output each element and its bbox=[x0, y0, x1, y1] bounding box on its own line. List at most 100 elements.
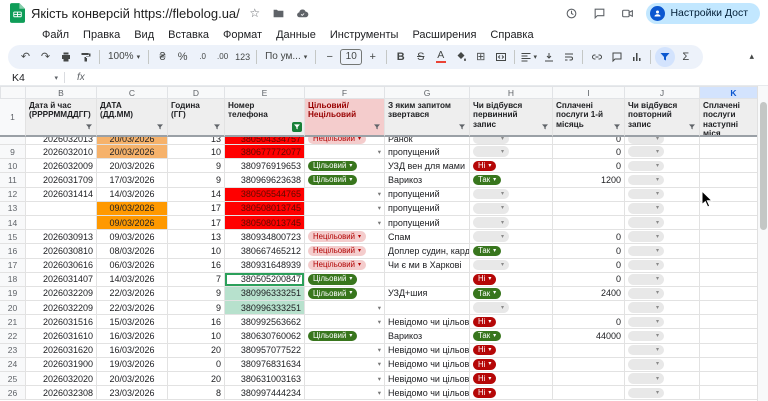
redo-icon[interactable]: ↷ bbox=[36, 47, 55, 67]
cell-e[interactable]: 380931648939 bbox=[225, 258, 305, 273]
dropdown-chip-no[interactable]: Ні ▾ bbox=[473, 387, 497, 399]
cell-f[interactable]: Цільовий ▾ bbox=[305, 286, 385, 302]
cell-i[interactable] bbox=[553, 187, 625, 202]
cell-f[interactable]: Нецільовий ▾ bbox=[305, 244, 385, 259]
cell-h[interactable]: Ні ▾ bbox=[470, 343, 553, 358]
empty-dropdown-chip[interactable]: ▾ bbox=[628, 245, 664, 257]
header-cell-C[interactable]: ДАТА (ДД.ММ) bbox=[97, 99, 168, 137]
cell-i[interactable]: 0 bbox=[553, 244, 625, 259]
cell-d[interactable]: 13 bbox=[168, 230, 225, 245]
cell-j[interactable]: ▾ bbox=[625, 159, 700, 174]
cell-h[interactable]: Так ▾ bbox=[470, 329, 553, 344]
cell-g[interactable]: Невідомо чи цільовий bbox=[385, 343, 470, 358]
filter-icon[interactable] bbox=[655, 46, 676, 67]
cell-g[interactable]: Невідомо чи цільовий bbox=[385, 372, 470, 387]
cell-b[interactable]: 2026032013 bbox=[26, 137, 97, 145]
cell-j[interactable]: ▾ bbox=[625, 258, 700, 273]
dropdown-chip-target[interactable]: Цільовий ▾ bbox=[308, 274, 358, 285]
cell-c[interactable]: 09/03/2026 bbox=[97, 215, 168, 231]
cell-h[interactable]: Ні ▾ bbox=[470, 272, 553, 287]
cell-f[interactable]: ▾ bbox=[305, 187, 385, 202]
column-header-B[interactable]: B bbox=[26, 86, 97, 99]
percent-format-icon[interactable]: % bbox=[173, 47, 192, 67]
cell-d[interactable]: 9 bbox=[168, 173, 225, 188]
empty-dropdown-chip[interactable]: ▾ bbox=[473, 203, 509, 214]
column-filter-icon-B[interactable] bbox=[84, 122, 94, 132]
row-number[interactable]: 16 bbox=[0, 244, 26, 259]
star-icon[interactable]: ☆ bbox=[246, 4, 264, 22]
cell-c[interactable]: 17/03/2026 bbox=[97, 173, 168, 188]
dropdown-chip-nontarget[interactable]: Нецільовий ▾ bbox=[308, 259, 366, 271]
cell-f[interactable]: Цільовий ▾ bbox=[305, 159, 385, 174]
row-header-1[interactable]: 1 bbox=[0, 99, 26, 137]
sheets-logo-icon[interactable] bbox=[10, 3, 25, 23]
empty-dropdown-chip[interactable]: ▾ bbox=[473, 137, 509, 144]
dropdown-chip-nontarget[interactable]: Нецільовий ▾ bbox=[308, 137, 366, 144]
empty-dropdown-chip[interactable]: ▾ bbox=[628, 274, 664, 285]
cell-j[interactable]: ▾ bbox=[625, 301, 700, 316]
menu-3[interactable]: Вставка bbox=[162, 28, 215, 42]
cell-i[interactable] bbox=[553, 343, 625, 358]
dropdown-chip-no[interactable]: Ні ▾ bbox=[473, 344, 497, 356]
cell-g[interactable] bbox=[385, 301, 470, 316]
dropdown-arrow-icon[interactable]: ▾ bbox=[378, 318, 381, 326]
vertical-align-icon[interactable] bbox=[539, 47, 558, 67]
cell-h[interactable]: Так ▾ bbox=[470, 286, 553, 302]
column-header-H[interactable]: H bbox=[470, 86, 553, 99]
empty-dropdown-chip[interactable]: ▾ bbox=[628, 137, 664, 144]
menu-6[interactable]: Инструменты bbox=[324, 28, 405, 42]
cell-g[interactable]: Варикоз bbox=[385, 329, 470, 344]
cell-d[interactable]: 20 bbox=[168, 372, 225, 387]
cell-f[interactable]: ▾ bbox=[305, 145, 385, 160]
cell-h[interactable]: ▾ bbox=[470, 215, 553, 231]
cell-c[interactable]: 19/03/2026 bbox=[97, 357, 168, 372]
cell-d[interactable]: 13 bbox=[168, 137, 225, 145]
cell-e[interactable]: 380997444234 bbox=[225, 386, 305, 401]
cell-j[interactable]: ▾ bbox=[625, 187, 700, 202]
cell-d[interactable]: 17 bbox=[168, 215, 225, 231]
cell-g[interactable]: Доплер судин, кардіолог bbox=[385, 244, 470, 259]
cell-d[interactable]: 9 bbox=[168, 159, 225, 174]
cell-i[interactable] bbox=[553, 372, 625, 387]
horizontal-align-icon[interactable]: ▾ bbox=[519, 47, 538, 67]
cell-f[interactable]: ▾ bbox=[305, 343, 385, 358]
font-family-select[interactable]: По ум... ▾ bbox=[261, 51, 311, 62]
cell-c[interactable]: 14/03/2026 bbox=[97, 187, 168, 202]
cell-j[interactable]: ▾ bbox=[625, 357, 700, 372]
cell-b[interactable]: 2026030913 bbox=[26, 230, 97, 245]
cell-d[interactable]: 9 bbox=[168, 301, 225, 316]
empty-dropdown-chip[interactable]: ▾ bbox=[473, 302, 509, 313]
cell-c[interactable]: 15/03/2026 bbox=[97, 315, 168, 330]
insert-link-icon[interactable] bbox=[587, 47, 606, 67]
cell-j[interactable]: ▾ bbox=[625, 215, 700, 231]
cell-h[interactable]: ▾ bbox=[470, 201, 553, 216]
column-filter-icon-F[interactable] bbox=[372, 122, 382, 132]
cell-g[interactable]: Варикоз bbox=[385, 173, 470, 188]
header-cell-I[interactable]: Сплачені послуги 1-й місяць bbox=[553, 99, 625, 137]
cell-d[interactable]: 10 bbox=[168, 244, 225, 259]
cell-g[interactable]: Невідомо чи цільовий bbox=[385, 315, 470, 330]
column-filter-icon-J[interactable] bbox=[687, 122, 697, 132]
cell-d[interactable]: 14 bbox=[168, 187, 225, 202]
cell-c[interactable]: 20/03/2026 bbox=[97, 372, 168, 387]
column-filter-icon-C[interactable] bbox=[155, 122, 165, 132]
cell-c[interactable]: 20/03/2026 bbox=[97, 159, 168, 174]
menu-4[interactable]: Формат bbox=[217, 28, 268, 42]
select-all-corner[interactable] bbox=[0, 86, 26, 99]
cell-c[interactable]: 22/03/2026 bbox=[97, 286, 168, 302]
empty-dropdown-chip[interactable]: ▾ bbox=[628, 387, 664, 399]
empty-dropdown-chip[interactable]: ▾ bbox=[628, 174, 664, 186]
dropdown-chip-no[interactable]: Ні ▾ bbox=[473, 373, 497, 384]
cell-b[interactable]: 2026032010 bbox=[26, 145, 97, 160]
cell-h[interactable]: Ні ▾ bbox=[470, 357, 553, 372]
row-number[interactable]: 14 bbox=[0, 215, 26, 231]
cell-d[interactable]: 0 bbox=[168, 357, 225, 372]
row-number[interactable]: 11 bbox=[0, 173, 26, 188]
column-header-I[interactable]: I bbox=[553, 86, 625, 99]
cell-j[interactable]: ▾ bbox=[625, 315, 700, 330]
cell-i[interactable]: 0 bbox=[553, 230, 625, 245]
cell-g[interactable]: пропущений bbox=[385, 215, 470, 231]
cell-g[interactable]: пропущений bbox=[385, 187, 470, 202]
cell-h[interactable]: ▾ bbox=[470, 187, 553, 202]
empty-dropdown-chip[interactable]: ▾ bbox=[628, 146, 664, 157]
